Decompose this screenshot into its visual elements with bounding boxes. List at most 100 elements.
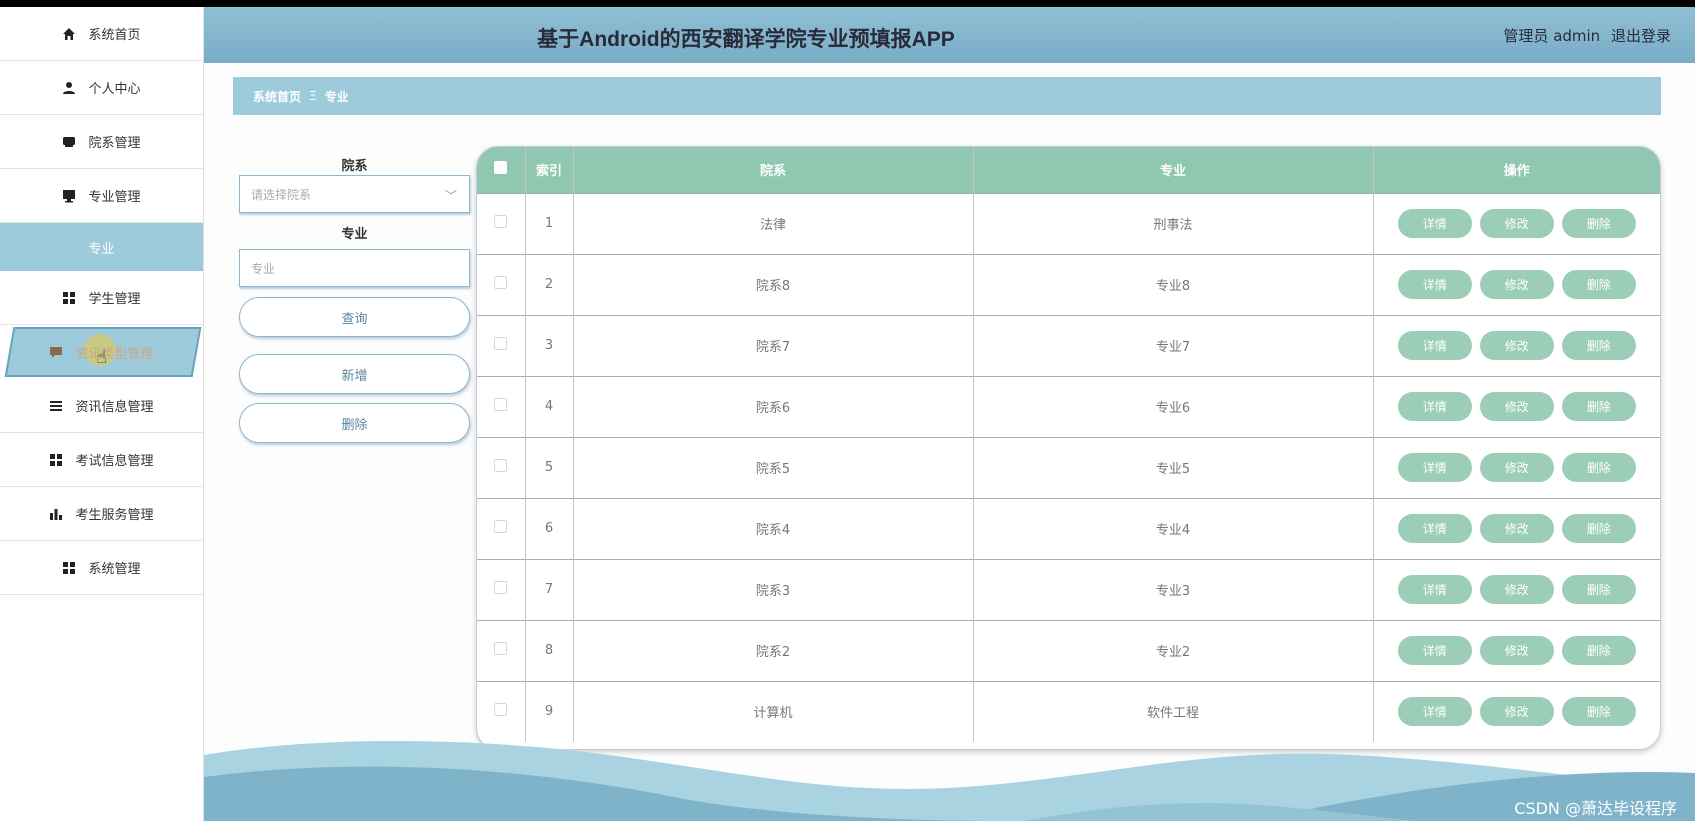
delete-button[interactable]: 删除 (1561, 575, 1636, 604)
delete-button[interactable]: 删除 (1561, 331, 1636, 360)
row-dept: 院系5 (573, 437, 974, 498)
row-checkbox[interactable] (494, 520, 508, 533)
row-checkbox[interactable] (494, 276, 508, 289)
table-row: 8 院系2 专业2 详情 修改 删除 (477, 620, 1660, 681)
table-header-row: 索引 院系 专业 操作 (477, 147, 1660, 193)
row-index: 4 (525, 376, 574, 437)
row-actions: 详情 修改 删除 (1373, 498, 1660, 559)
dept-select-placeholder: 请选择院系 (251, 187, 312, 202)
sidebar-item-label: 专业管理 (88, 190, 141, 205)
detail-button[interactable]: 详情 (1397, 209, 1472, 238)
table-row: 1 法律 刑事法 详情 修改 删除 (477, 193, 1660, 254)
add-button[interactable]: 新增 (239, 354, 470, 394)
sidebar-subitem-major[interactable]: 专业 (0, 223, 203, 271)
edit-button[interactable]: 修改 (1479, 392, 1554, 421)
app-title: 基于Android的西安翻译学院专业预填报APP (537, 28, 955, 51)
sidebar-item-student-management[interactable]: 学生管理 (0, 271, 203, 325)
row-dept: 院系2 (573, 620, 974, 681)
row-major: 专业3 (973, 559, 1374, 620)
col-major: 专业 (973, 147, 1374, 193)
dept-label: 院系 (341, 159, 368, 174)
row-select-cell (477, 193, 526, 254)
select-all-cell (477, 147, 526, 193)
sidebar-item-system-management[interactable]: 系统管理 (0, 541, 203, 595)
row-major: 专业7 (973, 315, 1374, 376)
table-body: 1 法律 刑事法 详情 修改 删除 2 院系8 专业8 详情 修改 删除 3 院系7 专业7 详情 修改 删除 4 院… (477, 193, 1660, 742)
sidebar-item-home[interactable]: 系统首页 (0, 7, 203, 61)
row-checkbox[interactable] (494, 398, 508, 411)
row-checkbox[interactable] (494, 215, 508, 228)
row-index: 9 (525, 681, 574, 742)
app-window: 系统首页 个人中心 院系管理 专业管理 专业 学生管理 资讯类型管理 ☝ 资讯信… (0, 7, 1695, 821)
top-header: 基于Android的西安翻译学院专业预填报APP 管理员 admin 退出登录 (204, 7, 1695, 63)
logout-link[interactable]: 退出登录 (1611, 27, 1671, 45)
select-all-checkbox[interactable] (494, 161, 508, 175)
sidebar-item-major-management[interactable]: 专业管理 (0, 169, 203, 223)
row-checkbox[interactable] (494, 642, 508, 655)
sidebar-item-candidate-service-management[interactable]: 考生服务管理 (0, 487, 203, 541)
row-dept: 院系4 (573, 498, 974, 559)
row-select-cell (477, 620, 526, 681)
detail-button[interactable]: 详情 (1397, 575, 1472, 604)
detail-button[interactable]: 详情 (1397, 392, 1472, 421)
row-major: 软件工程 (973, 681, 1374, 742)
delete-button[interactable]: 删除 (1561, 209, 1636, 238)
edit-button[interactable]: 修改 (1479, 453, 1554, 482)
grid-icon (62, 561, 76, 575)
detail-button[interactable]: 详情 (1397, 697, 1472, 727)
query-button[interactable]: 查询 (239, 297, 470, 337)
edit-button[interactable]: 修改 (1479, 209, 1554, 238)
major-label: 专业 (341, 227, 368, 242)
major-input-placeholder: 专业 (251, 261, 276, 276)
edit-button[interactable]: 修改 (1479, 636, 1554, 665)
row-actions: 详情 修改 删除 (1373, 620, 1660, 681)
breadcrumb-home[interactable]: 系统首页 (253, 88, 301, 105)
bar-chart-icon (49, 507, 63, 521)
sidebar-item-label: 学生管理 (88, 292, 141, 307)
table-row: 4 院系6 专业6 详情 修改 删除 (477, 376, 1660, 437)
row-select-cell (477, 254, 526, 315)
row-checkbox[interactable] (494, 581, 508, 594)
delete-button[interactable]: 删除 (1561, 697, 1636, 727)
sidebar-item-label: 系统首页 (88, 28, 141, 43)
grid-icon (49, 453, 63, 467)
user-icon (62, 81, 76, 95)
sidebar-item-news-info-management[interactable]: 资讯信息管理 (0, 379, 203, 433)
dept-select[interactable]: 请选择院系 ﹀ (239, 175, 470, 213)
detail-button[interactable]: 详情 (1397, 331, 1472, 360)
delete-button[interactable]: 删除 (1561, 453, 1636, 482)
edit-button[interactable]: 修改 (1479, 697, 1554, 727)
delete-button[interactable]: 删除 (1561, 392, 1636, 421)
detail-button[interactable]: 详情 (1397, 636, 1472, 665)
col-ops: 操作 (1503, 164, 1530, 180)
row-major: 专业2 (973, 620, 1374, 681)
row-select-cell (477, 559, 526, 620)
sidebar-item-exam-info-management[interactable]: 考试信息管理 (0, 433, 203, 487)
major-input[interactable]: 专业 (239, 249, 470, 287)
row-actions: 详情 修改 删除 (1373, 559, 1660, 620)
row-dept: 法律 (573, 193, 974, 254)
detail-button[interactable]: 详情 (1397, 270, 1472, 299)
table-row: 6 院系4 专业4 详情 修改 删除 (477, 498, 1660, 559)
row-checkbox[interactable] (494, 703, 508, 717)
chat-icon (49, 345, 63, 359)
edit-button[interactable]: 修改 (1479, 331, 1554, 360)
detail-button[interactable]: 详情 (1397, 514, 1472, 543)
edit-button[interactable]: 修改 (1479, 270, 1554, 299)
row-checkbox[interactable] (494, 459, 508, 472)
sidebar-item-label: 专业 (88, 241, 115, 257)
edit-button[interactable]: 修改 (1479, 514, 1554, 543)
edit-button[interactable]: 修改 (1479, 575, 1554, 604)
delete-button[interactable]: 删除 (1561, 270, 1636, 299)
batch-delete-button[interactable]: 删除 (239, 403, 470, 443)
detail-button[interactable]: 详情 (1397, 453, 1472, 482)
sidebar-item-dept-management[interactable]: 院系管理 (0, 115, 203, 169)
delete-button[interactable]: 删除 (1561, 636, 1636, 665)
table-row: 5 院系5 专业5 详情 修改 删除 (477, 437, 1660, 498)
delete-button[interactable]: 删除 (1561, 514, 1636, 543)
sidebar-item-news-type-management[interactable]: 资讯类型管理 ☝ (0, 325, 203, 379)
row-checkbox[interactable] (494, 337, 508, 350)
row-major: 专业6 (973, 376, 1374, 437)
sidebar-item-profile[interactable]: 个人中心 (0, 61, 203, 115)
hand-cursor-icon: ☝ (96, 347, 107, 368)
